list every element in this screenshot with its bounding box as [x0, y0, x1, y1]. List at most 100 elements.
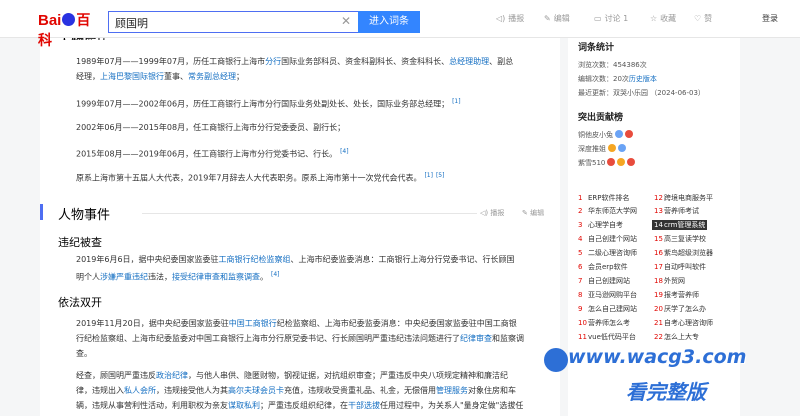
contributor-2[interactable]: 深度推姐	[578, 144, 626, 154]
discuss-button[interactable]: ▭ 讨论 1	[594, 13, 628, 24]
reference-link[interactable]: [1]	[424, 172, 433, 179]
resume-paragraph-5: 原系上海市第十五届人大代表，2019年7月辞去人大代表职务。原系上海市第十一次党…	[76, 168, 556, 186]
history-version-link[interactable]: 历史版本	[629, 75, 657, 83]
resume-text: 董事、	[164, 72, 188, 81]
link-discipline-review[interactable]: 纪律审查	[460, 334, 492, 343]
contributor-1[interactable]: 铜他皮小兔	[578, 130, 633, 140]
rank-number: 11	[578, 333, 587, 341]
subsection-heading-investigation: 违纪被查	[58, 236, 102, 249]
rank-item[interactable]: 20厌学了怎么办	[654, 304, 706, 314]
rank-item[interactable]: 12跨境电商服务平	[654, 193, 713, 203]
rank-item[interactable]: 6 会员erp软件	[578, 262, 628, 272]
favorite-button[interactable]: ☆ 收藏	[650, 13, 676, 24]
rank-item[interactable]: 19报考营养师	[654, 290, 699, 300]
rank-number: 6	[578, 263, 583, 271]
rank-label: 跨境电商服务平	[664, 194, 713, 202]
resume-text: 2002年06月——2015年08月，任工商银行上海市分行党委委员、副行长；	[76, 123, 346, 132]
rank-item[interactable]: 17自动呼叫软件	[654, 262, 706, 272]
rank-label: 自动呼叫软件	[664, 263, 706, 271]
rank-item[interactable]: 16紫鸟超级浏览器	[654, 248, 713, 258]
link-violation[interactable]: 涉嫌严重违纪	[100, 273, 148, 282]
discuss-label: 讨论 1	[604, 14, 629, 23]
link-political-discipline[interactable]: 政治纪律	[156, 371, 188, 380]
para-text: 查。	[76, 349, 92, 358]
rank-item[interactable]: 3 心理学自考	[578, 220, 623, 230]
link-review[interactable]: 接受纪律审查和监察调查	[172, 273, 260, 282]
expulsion-paragraph-2: 经查，顾国明严重违反政治纪律，与他人串供、隐匿财物，钢视证据，对抗组织审查；严重…	[76, 368, 556, 413]
rank-item[interactable]: 18外贸网	[654, 276, 685, 286]
rank-item[interactable]: 2 华东师范大学网	[578, 206, 637, 216]
link-gm-assistant[interactable]: 总经理助理	[449, 57, 489, 66]
link-golf-card[interactable]: 高尔夫球会员卡	[228, 386, 284, 395]
investigation-paragraph: 2019年6月6日，据中央纪委国家监委驻工商银行纪检监察组、上海市纪委监委消息：…	[76, 252, 556, 285]
badge-icon	[627, 158, 636, 166]
para-text: 、上海市纪委监委消息：工商银行上海分行党委书记、行长顾国	[290, 255, 515, 264]
section-marker	[40, 204, 43, 220]
baike-logo[interactable]: Bai 百科	[38, 10, 102, 48]
rank-number: 15	[654, 235, 663, 243]
badge-icon	[615, 130, 623, 138]
rank-item[interactable]: 10营养师怎么考	[578, 318, 630, 328]
rank-item[interactable]: 21自考心理咨询师	[654, 318, 713, 328]
rank-item[interactable]: 11vue低代码平台	[578, 332, 636, 342]
rank-item[interactable]: 1 ERP软件排名	[578, 193, 630, 203]
rank-number: 4	[578, 235, 583, 243]
rank-number: 19	[654, 291, 663, 299]
link-paris-bank[interactable]: 上海巴黎国际银行	[100, 72, 164, 81]
like-button[interactable]: ♡ 赞	[694, 13, 712, 24]
reference-link[interactable]: [4]	[271, 271, 280, 278]
rank-label: 高三复读学校	[664, 235, 706, 243]
rank-item[interactable]: 22怎么上大专	[654, 332, 699, 342]
link-inspection-group[interactable]: 工商银行纪检监察组	[219, 255, 291, 264]
rank-item[interactable]: 13营养师考试	[654, 206, 699, 216]
stat-label: 浏览次数：	[578, 61, 613, 69]
rank-label: 报考营养师	[664, 291, 699, 299]
rank-item-selected[interactable]: 14crm管理系统	[652, 220, 708, 230]
broadcast-button[interactable]: ◁) 播报	[496, 13, 524, 24]
rank-label: 华东师范大学网	[588, 207, 637, 215]
rank-item[interactable]: 9 怎么自己建网站	[578, 304, 637, 314]
rank-item[interactable]: 8 亚马逊网购平台	[578, 290, 637, 300]
para-text: 任用过程中，为关系人"量身定做"选拔任	[380, 401, 524, 410]
contributor-3[interactable]: 紫雪510	[578, 158, 636, 168]
rank-label: 营养师怎么考	[588, 319, 630, 327]
rank-number: 14	[654, 221, 663, 229]
section-edit-button[interactable]: ✎ 编辑	[522, 208, 544, 218]
para-text: 明个人	[76, 272, 100, 282]
para-text: 行纪检监察组、上海市纪委监委对中国工商银行上海市分行原党委书记、行长顾国明严重违…	[76, 334, 460, 343]
enter-entry-button[interactable]: 进入词条	[358, 11, 420, 33]
reference-link[interactable]: [1]	[452, 98, 461, 105]
para-text: 2019年6月6日，据中央纪委国家监委驻	[76, 255, 219, 264]
contributor-name: 紫雪510	[578, 159, 606, 167]
speaker-icon: ◁)	[496, 14, 506, 23]
speaker-icon: ◁)	[480, 209, 491, 217]
rank-label: 自己创建网站	[588, 277, 630, 285]
stat-value: 20次	[613, 75, 629, 83]
link-icbc[interactable]: 中国工商银行	[229, 319, 277, 328]
link-management-service[interactable]: 管理服务	[436, 386, 468, 395]
search-input[interactable]: 顾国明 ✕	[108, 11, 360, 33]
link-cadre-selection[interactable]: 干部选拔	[348, 401, 380, 410]
rank-label: 营养师考试	[664, 207, 699, 215]
reference-link[interactable]: [5]	[436, 172, 445, 179]
rank-item[interactable]: 4 自己创建个网站	[578, 234, 637, 244]
para-text: 律，违规出入	[76, 386, 124, 395]
rank-item[interactable]: 7 自己创建网站	[578, 276, 630, 286]
reference-link[interactable]: [4]	[340, 148, 349, 155]
rank-number: 7	[578, 277, 583, 285]
rank-label: 怎么上大专	[664, 333, 699, 341]
section-broadcast-button[interactable]: ◁) 播报	[480, 208, 504, 218]
thumb-icon: ♡	[694, 14, 702, 23]
watermark-url: www.wacg3.com	[568, 346, 747, 368]
link-private-gain[interactable]: 谋取私利	[228, 401, 260, 410]
link-exec-vp[interactable]: 常务副总经理	[188, 72, 236, 81]
link-private-club[interactable]: 私人会所	[124, 386, 156, 395]
rank-item[interactable]: 15高三复读学校	[654, 234, 706, 244]
clear-icon[interactable]: ✕	[341, 14, 351, 28]
login-link[interactable]: 登录	[762, 13, 778, 24]
rank-item[interactable]: 5 二级心理咨询师	[578, 248, 637, 258]
edit-button[interactable]: ✎ 编辑	[544, 13, 570, 24]
subsection-heading-expulsion: 依法双开	[58, 296, 102, 309]
stats-title: 词条统计	[578, 43, 615, 53]
link-branch[interactable]: 分行	[265, 57, 281, 66]
